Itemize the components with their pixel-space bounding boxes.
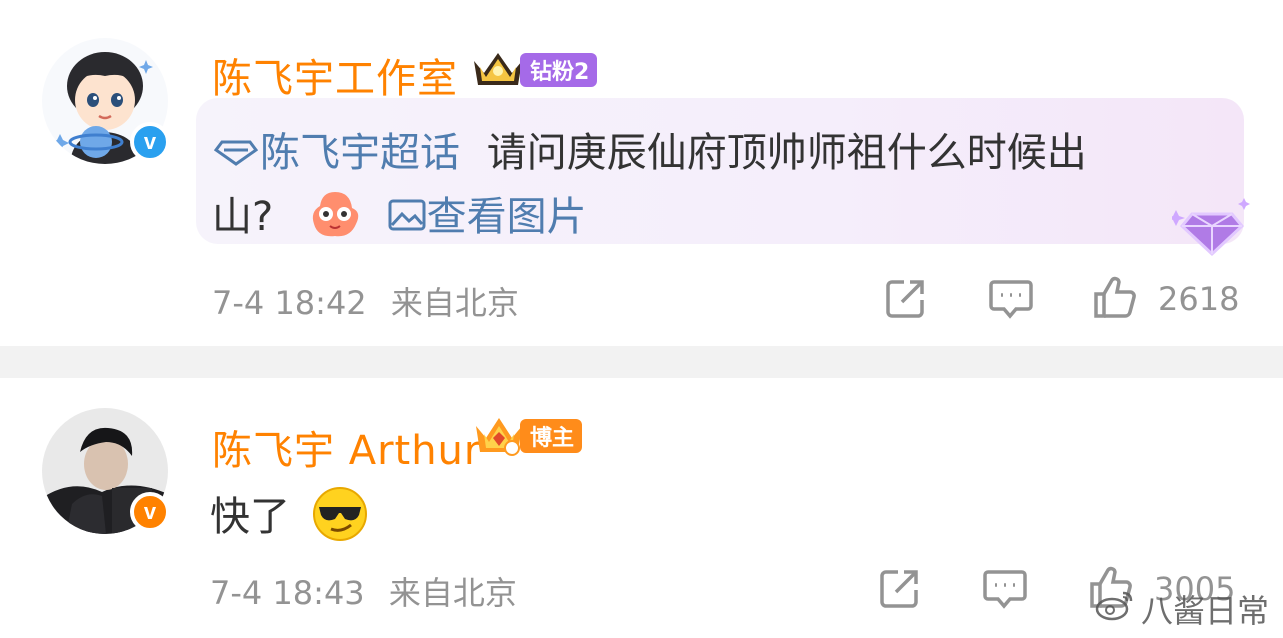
reply-button[interactable]	[982, 568, 1028, 614]
comment-username[interactable]: 陈飞宇工作室	[212, 46, 458, 104]
comment-text-line-1: 陈飞宇超话 请问庚辰仙府顶帅师祖什么时候出	[213, 120, 1087, 178]
verified-badge-icon: v	[130, 492, 170, 532]
topic-label: 陈飞宇超话	[260, 130, 460, 176]
comment-list: v 陈飞宇工作室 钻粉2 陈飞宇超话 请问庚辰仙府顶帅师祖什么时候出 山? 查看…	[0, 0, 1283, 638]
comment-time: 7-4 18:43	[210, 574, 365, 612]
view-image-link[interactable]: 查看图片	[387, 194, 587, 240]
comment-icon	[982, 568, 1028, 614]
watermark-text: 八酱日常	[1140, 592, 1269, 630]
like-icon	[1092, 274, 1138, 324]
like-count: 2618	[1158, 280, 1240, 318]
image-icon	[387, 196, 427, 242]
like-button[interactable]: 2618	[1092, 274, 1239, 324]
comment-text-line-1: 快了	[210, 484, 369, 553]
comment-item: v 陈飞宇 Arthur 博主 快了 7-4 18:43 来自北京 3005	[0, 378, 1283, 638]
watermark: 八酱日常	[1095, 586, 1269, 632]
comment-text: 快了	[210, 494, 290, 540]
comment-meta: 7-4 18:42 来自北京	[212, 278, 519, 324]
comment-text: 请问庚辰仙府顶帅师祖什么时候出	[486, 130, 1087, 176]
sunglasses-emoji-icon	[311, 485, 369, 553]
fan-badge[interactable]: 钻粉2	[470, 47, 598, 93]
comment-icon	[988, 278, 1034, 324]
verified-badge-icon: v	[130, 122, 170, 162]
author-badge[interactable]: 博主	[472, 416, 583, 456]
cute-emoji-icon	[306, 188, 364, 250]
diamond-frame-icon	[1172, 198, 1250, 257]
comment-location: 来自北京	[390, 284, 519, 322]
share-icon	[884, 276, 928, 324]
share-button[interactable]	[878, 566, 922, 614]
comment-text-cont: 山?	[212, 194, 274, 240]
topic-link[interactable]: 陈飞宇超话	[213, 130, 460, 178]
comment-text-line-2: 山? 查看图片	[212, 184, 587, 250]
share-icon	[878, 566, 922, 614]
comment-username[interactable]: 陈飞宇 Arthur	[212, 418, 481, 476]
author-tag: 博主	[520, 419, 583, 453]
reply-button[interactable]	[988, 278, 1034, 324]
avatar[interactable]: v	[42, 408, 170, 534]
comment-item: v 陈飞宇工作室 钻粉2 陈飞宇超话 请问庚辰仙府顶帅师祖什么时候出 山? 查看…	[0, 0, 1283, 346]
share-button[interactable]	[884, 276, 928, 324]
weibo-logo-icon	[1095, 589, 1135, 629]
comment-time: 7-4 18:42	[212, 284, 367, 322]
crown-icon	[472, 412, 526, 460]
comment-divider	[0, 346, 1283, 378]
comment-meta: 7-4 18:43 来自北京	[210, 568, 517, 614]
view-image-label: 查看图片	[426, 194, 587, 240]
diamond-topic-icon	[213, 132, 259, 178]
crown-icon	[470, 47, 526, 93]
fan-level-tag: 钻粉2	[520, 53, 598, 87]
comment-location: 来自北京	[388, 574, 517, 612]
avatar[interactable]: v	[42, 38, 170, 164]
